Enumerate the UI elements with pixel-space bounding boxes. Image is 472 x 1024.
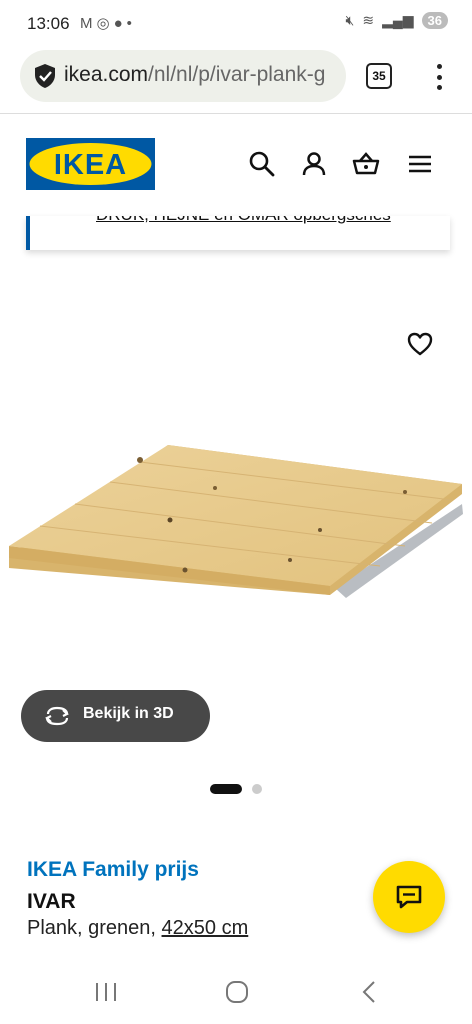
view-in-3d-label: Bekijk in 3D bbox=[83, 705, 174, 722]
image-carousel-indicator bbox=[210, 784, 262, 794]
product-description: Plank, grenen, 42x50 cm bbox=[27, 917, 248, 940]
view-in-3d-button[interactable]: Bekijk in 3D bbox=[21, 690, 210, 742]
account-icon[interactable] bbox=[300, 150, 328, 178]
carousel-dot-active[interactable] bbox=[210, 784, 242, 794]
notification-icons: M ◎ ● • bbox=[80, 14, 132, 33]
chat-bubble-icon bbox=[396, 885, 422, 909]
product-name: IVAR bbox=[27, 890, 76, 913]
logo-wordmark: IKEA bbox=[54, 149, 127, 181]
url-host: ikea.com bbox=[64, 63, 149, 86]
back-icon[interactable] bbox=[358, 980, 382, 1004]
chat-notification-icon: ● bbox=[113, 14, 123, 32]
carousel-dot[interactable] bbox=[252, 784, 262, 794]
system-navigation-bar bbox=[0, 966, 472, 1024]
ikea-logo[interactable]: IKEA bbox=[26, 138, 155, 190]
rotate-3d-icon bbox=[45, 706, 69, 726]
header-divider bbox=[0, 113, 472, 114]
promo-banner: DRUK, HEJNE en OMAR opbergsches bbox=[26, 216, 450, 250]
recent-apps-icon[interactable] bbox=[94, 980, 118, 1004]
wifi-icon: ≋ bbox=[362, 12, 375, 28]
system-icons: 🔇︎ ≋ ▂▄▆ 36 bbox=[346, 12, 448, 29]
site-info-icon[interactable] bbox=[32, 63, 58, 89]
banner-link[interactable]: DRUK, HEJNE en OMAR opbergsches bbox=[96, 216, 391, 225]
status-time: 13:06 bbox=[27, 14, 70, 33]
gmail-icon: M bbox=[80, 14, 93, 32]
chat-button[interactable] bbox=[373, 861, 445, 933]
more-notifications-icon: • bbox=[126, 14, 132, 32]
search-icon[interactable] bbox=[248, 150, 276, 178]
battery-icon: 36 bbox=[421, 12, 448, 29]
status-bar: 13:06 M ◎ ● • 🔇︎ ≋ ▂▄▆ 36 bbox=[0, 0, 472, 48]
favorite-heart-icon[interactable] bbox=[406, 330, 434, 358]
signal-icon: ▂▄▆ bbox=[382, 12, 414, 28]
address-bar[interactable]: ikea.com/nl/nl/p/ivar-plank-g bbox=[20, 50, 346, 102]
url-text[interactable]: ikea.com/nl/nl/p/ivar-plank-g bbox=[64, 63, 340, 87]
product-image[interactable] bbox=[0, 430, 472, 630]
url-path: /nl/nl/p/ivar-plank-g bbox=[148, 63, 326, 86]
product-size-link[interactable]: 42x50 cm bbox=[162, 917, 249, 939]
product-description-text: Plank, grenen, bbox=[27, 917, 162, 939]
mute-icon: 🔇︎ bbox=[345, 12, 355, 28]
cart-icon[interactable] bbox=[352, 150, 380, 178]
app-icon: ◎ bbox=[96, 15, 110, 32]
home-icon[interactable] bbox=[225, 980, 249, 1004]
family-price-label: IKEA Family prijs bbox=[27, 858, 199, 881]
tab-switcher-button[interactable]: 35 bbox=[366, 63, 392, 89]
browser-menu-icon[interactable] bbox=[436, 64, 442, 90]
hamburger-menu-icon[interactable] bbox=[406, 150, 434, 178]
